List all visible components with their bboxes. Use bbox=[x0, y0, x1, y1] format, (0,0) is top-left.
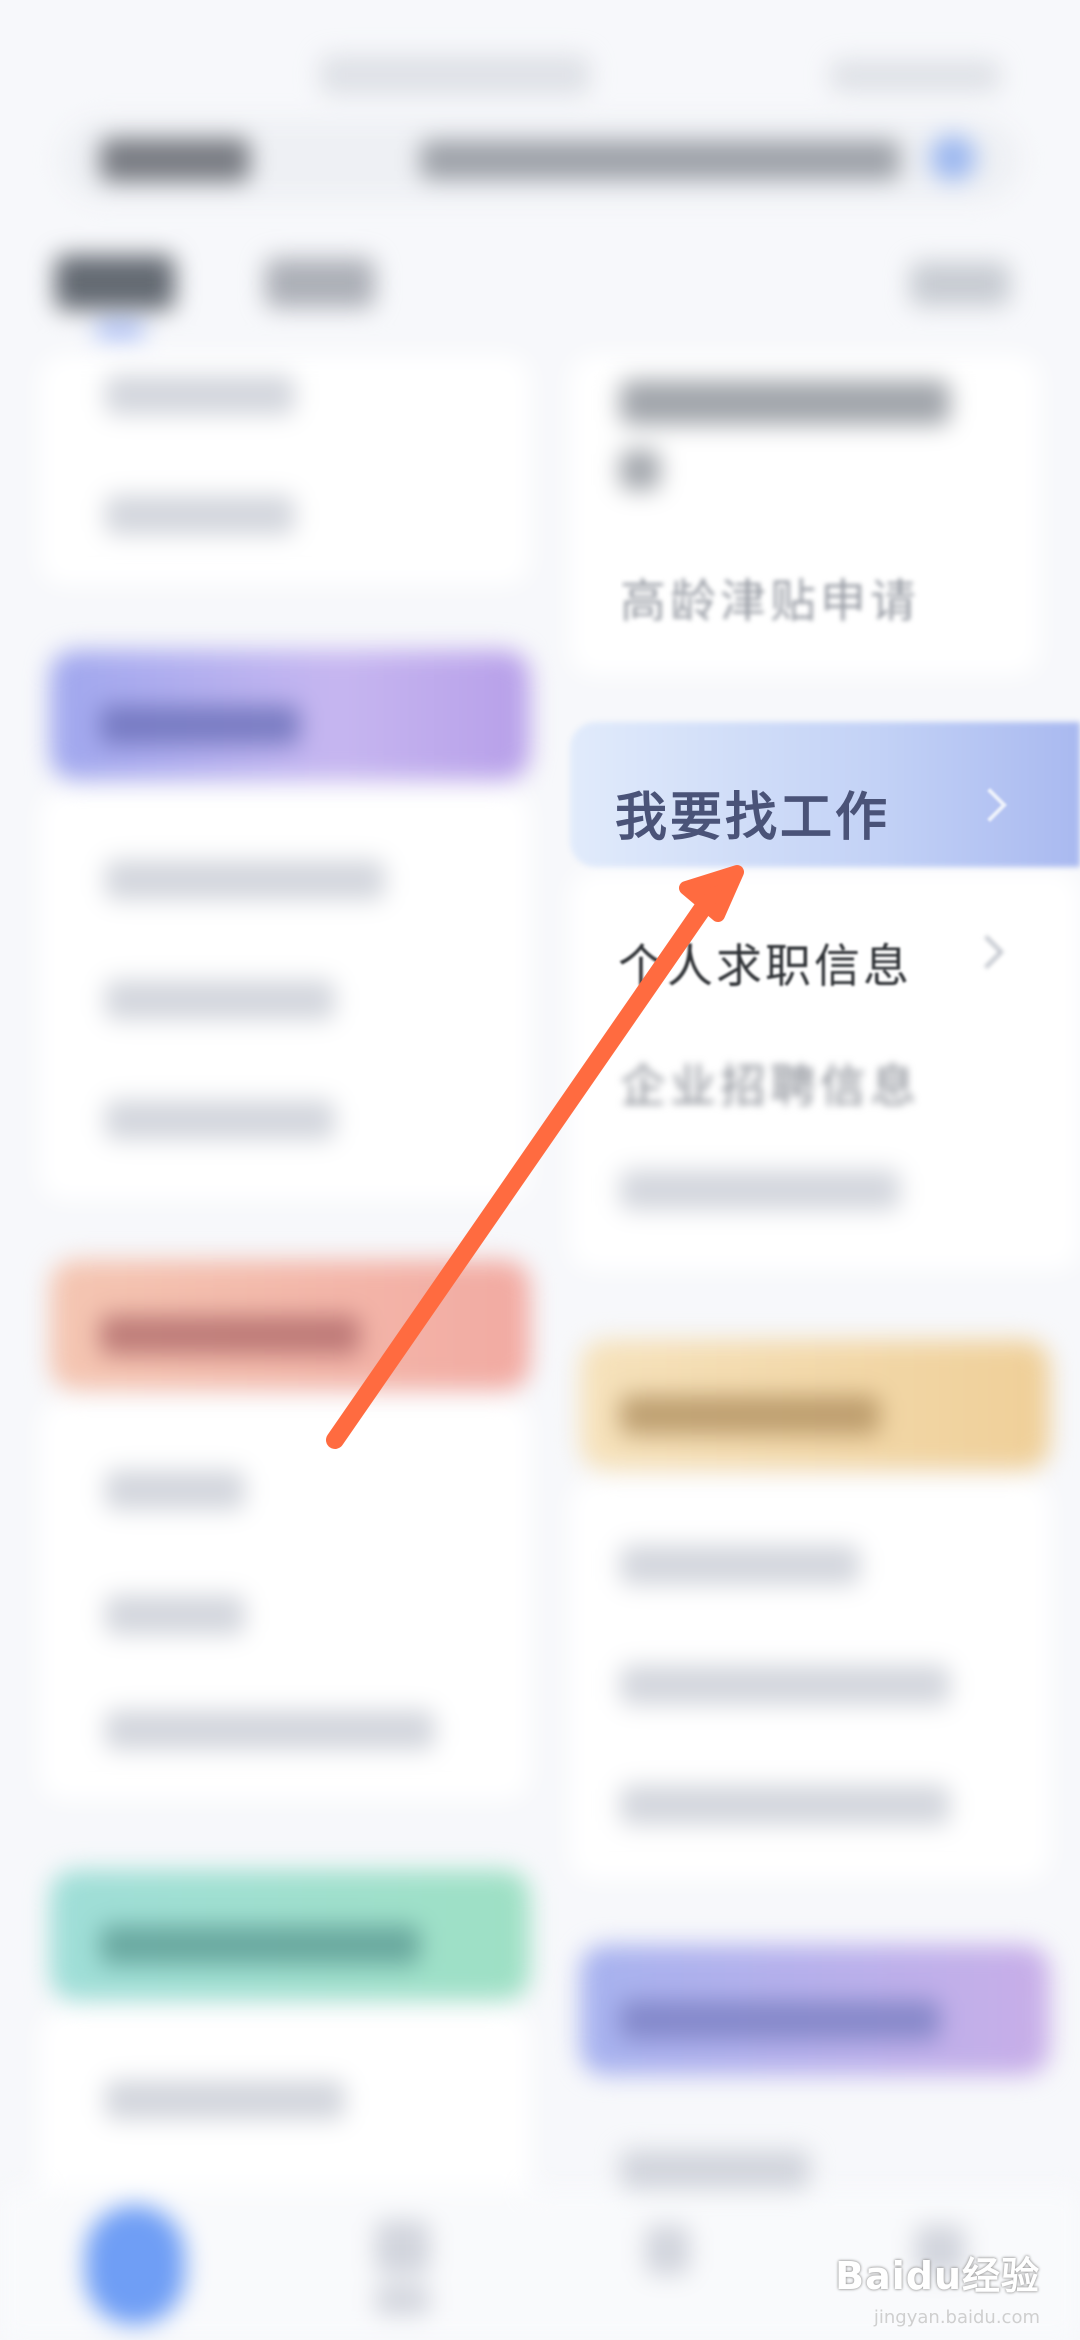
watermark-url: jingyan.baidu.com bbox=[873, 2307, 1040, 2328]
arrow-shaft bbox=[326, 896, 714, 1449]
watermark-logo: Baidu经验 bbox=[835, 2254, 1040, 2298]
annotation-arrow bbox=[326, 865, 744, 1449]
